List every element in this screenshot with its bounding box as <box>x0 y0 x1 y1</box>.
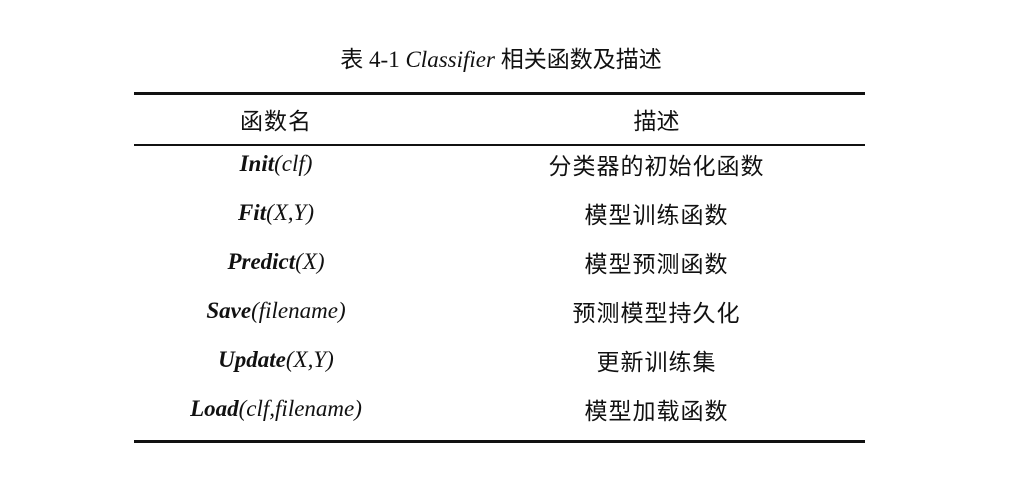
function-cell: Predict(X) <box>134 249 418 275</box>
description-cell: 模型训练函数 <box>584 202 729 228</box>
function-name: Init <box>239 150 275 176</box>
function-args: (X,Y) <box>285 346 334 372</box>
table-row: Init(clf) 分类器的初始化函数 <box>134 139 865 188</box>
function-cell: Update(X,Y) <box>134 347 418 373</box>
function-cell: Save(filename) <box>134 298 418 324</box>
description-cell: 模型加载函数 <box>584 398 729 424</box>
function-name: Update <box>218 346 286 372</box>
table-row: Save(filename) 预测模型持久化 <box>134 286 865 335</box>
table-caption: 表 4-1 Classifier 相关函数及描述 <box>0 42 1002 78</box>
table-bottom-rule <box>134 440 865 443</box>
table-row: Load(clf,filename) 模型加载函数 <box>134 384 865 433</box>
function-args: (clf,filename) <box>238 395 362 421</box>
table-row: Fit(X,Y) 模型训练函数 <box>134 188 865 237</box>
function-args: (filename) <box>251 297 346 323</box>
function-args: (clf) <box>274 150 313 176</box>
description-cell: 模型预测函数 <box>584 251 729 277</box>
function-args: (X) <box>295 248 325 274</box>
caption-class-name: Classifier <box>405 47 495 72</box>
description-cell: 更新训练集 <box>596 349 717 375</box>
function-args: (X,Y) <box>266 199 315 225</box>
function-name: Save <box>206 297 252 323</box>
description-cell: 分类器的初始化函数 <box>548 153 765 179</box>
table-body: Init(clf) 分类器的初始化函数 Fit(X,Y) 模型训练函数 Pred… <box>134 139 865 433</box>
table-row: Update(X,Y) 更新训练集 <box>134 335 865 384</box>
table-row: Predict(X) 模型预测函数 <box>134 237 865 286</box>
caption-suffix: 相关函数及描述 <box>494 47 662 72</box>
table-top-rule <box>134 92 865 95</box>
table-header-row: 函数名 描述 <box>134 96 865 142</box>
caption-prefix: 表 4-1 <box>340 47 406 72</box>
header-function-name: 函数名 <box>240 109 312 134</box>
header-description: 描述 <box>633 109 680 134</box>
function-cell: Init(clf) <box>134 151 418 177</box>
function-name: Load <box>190 395 239 421</box>
function-cell: Load(clf,filename) <box>134 396 418 422</box>
function-name: Predict <box>227 248 296 274</box>
description-cell: 预测模型持久化 <box>572 300 741 326</box>
function-cell: Fit(X,Y) <box>134 200 418 226</box>
function-name: Fit <box>237 199 267 225</box>
